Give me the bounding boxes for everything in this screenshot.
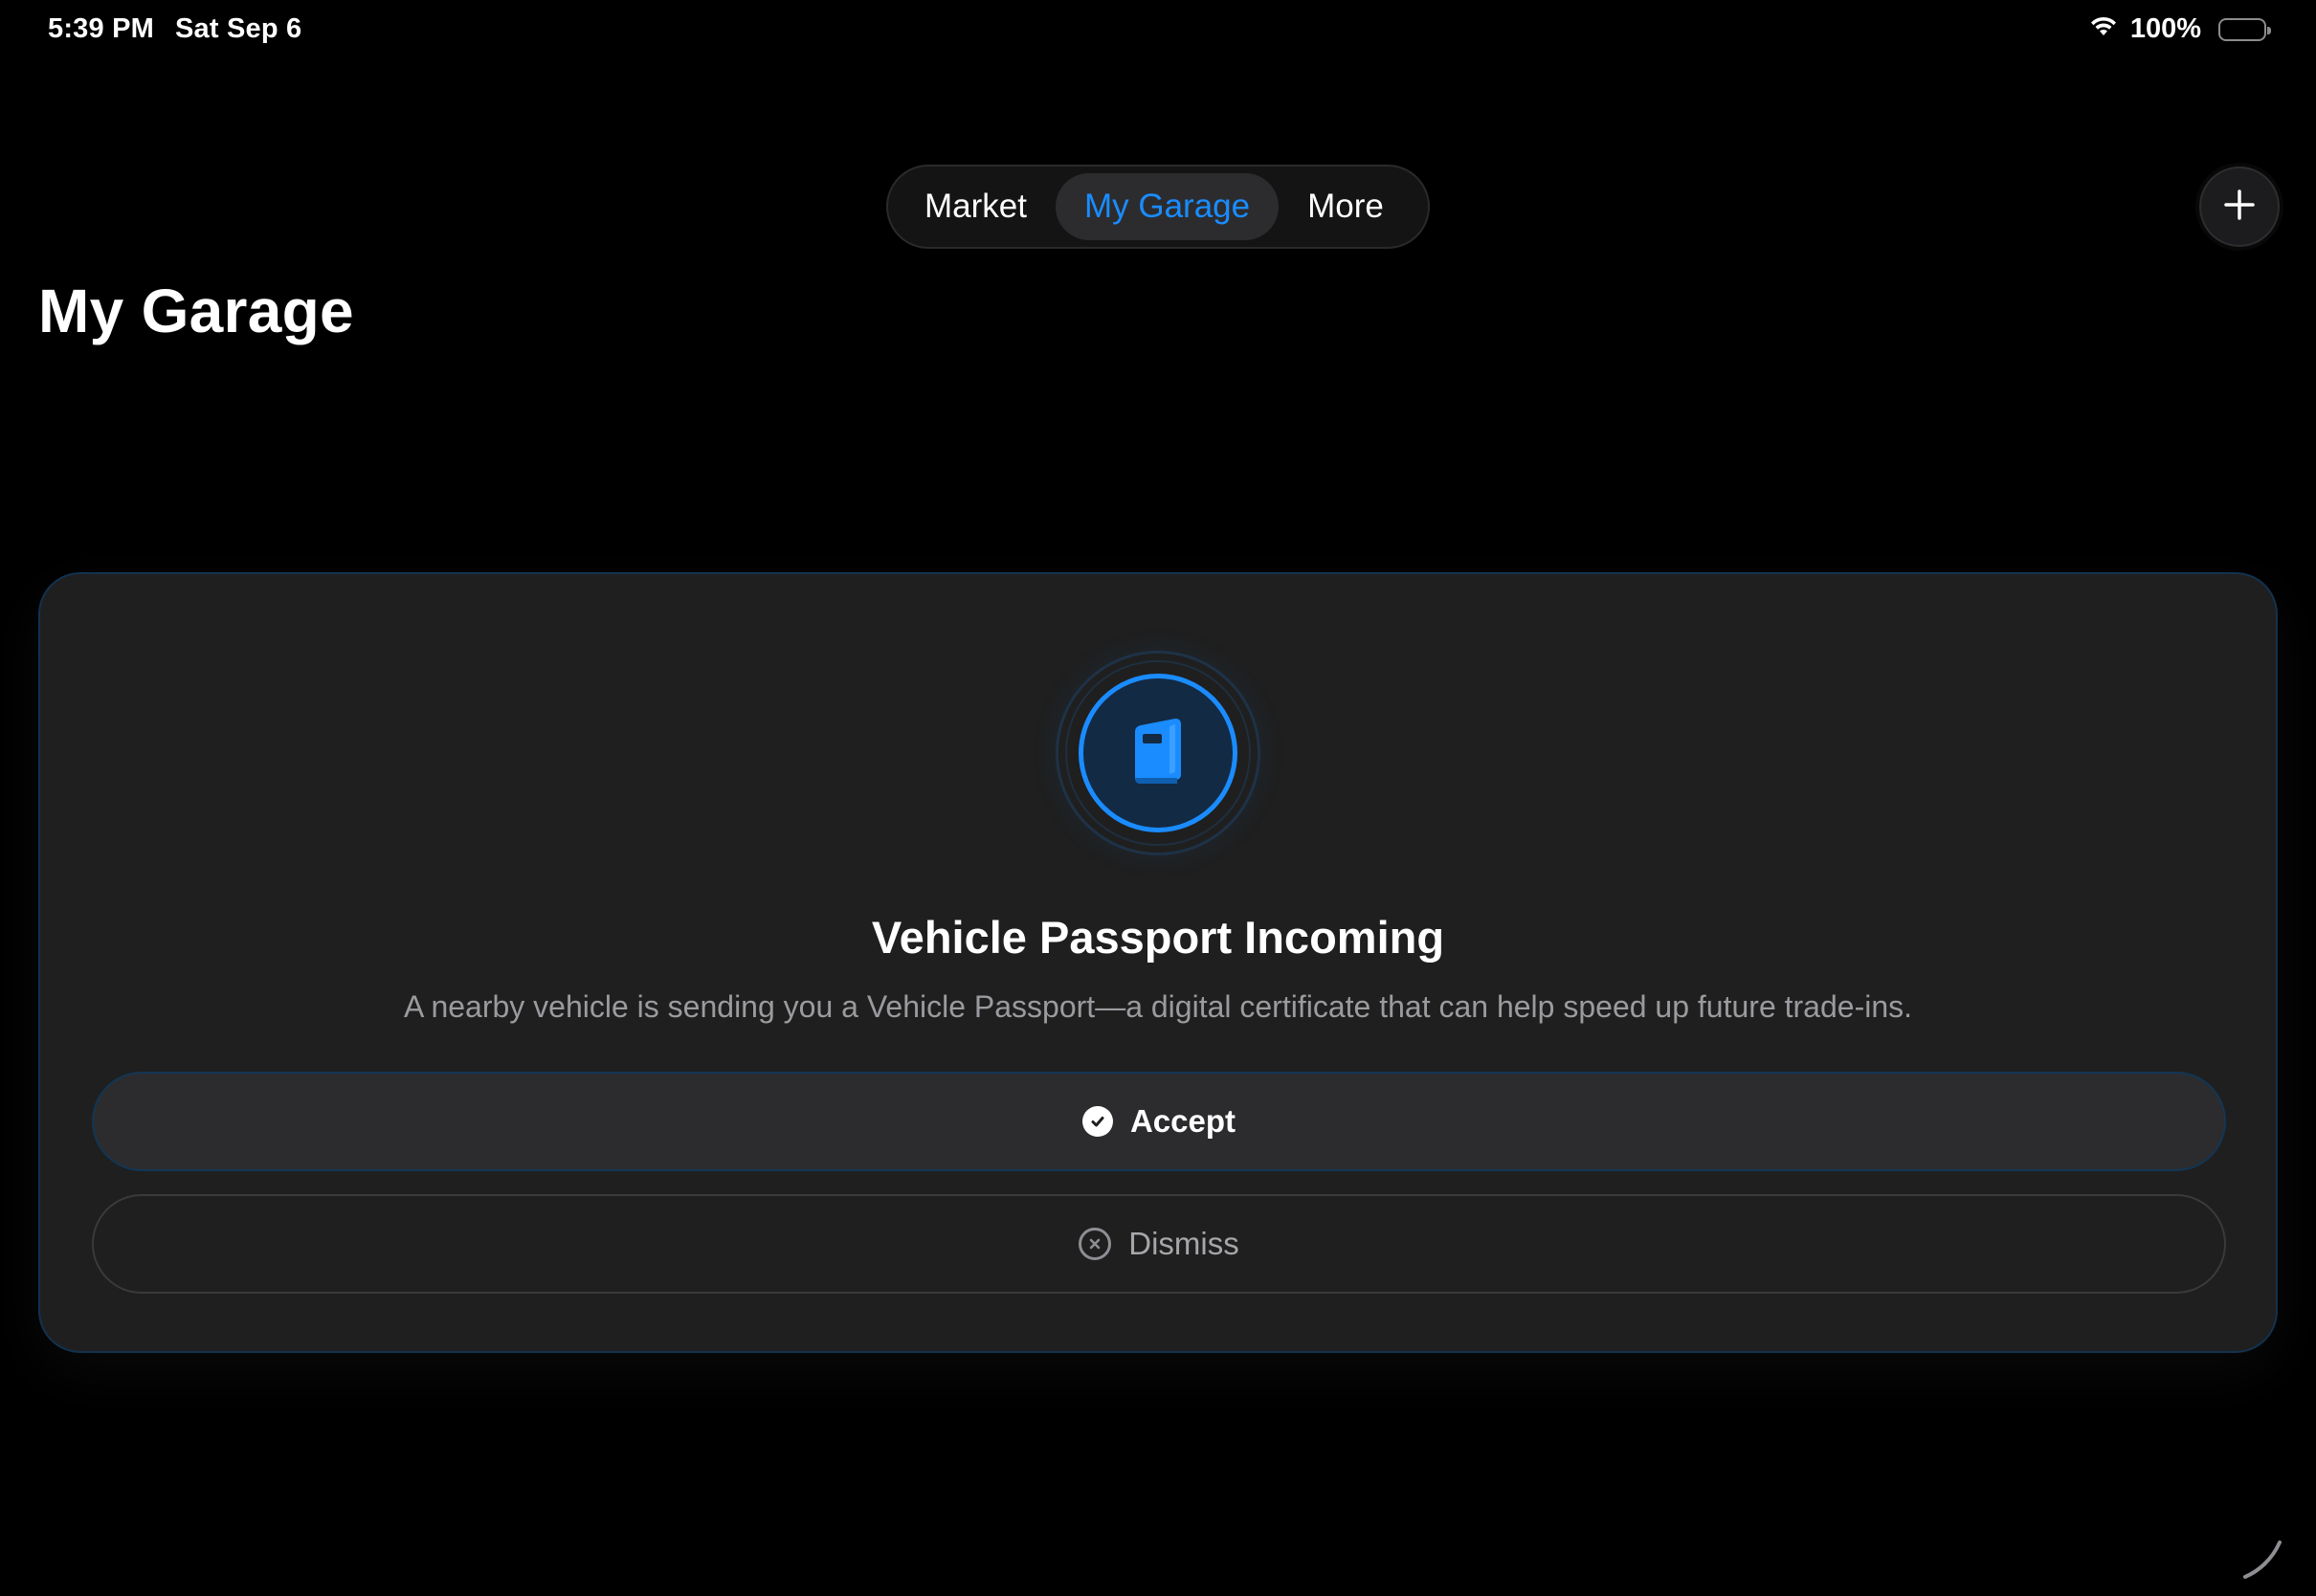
page-title: My Garage [38,277,354,345]
accept-label: Accept [1129,1103,1236,1139]
add-button[interactable] [2199,166,2280,247]
tab-my-garage[interactable]: My Garage [1055,173,1280,240]
status-time: 5:39 PM [48,13,154,44]
accept-button[interactable]: Accept [92,1072,2226,1171]
badge-inner-circle [1079,674,1237,832]
wifi-icon [2088,13,2119,45]
segmented-nav: Market My Garage More [886,165,1430,249]
plus-icon [2222,188,2257,227]
dismiss-label: Dismiss [1128,1226,1239,1261]
battery-percent: 100% [2129,13,2201,44]
book-icon [1127,715,1189,792]
corner-indicator [2239,1535,2287,1583]
status-left: 5:39 PM Sat Sep 6 [48,13,301,45]
card-title: Vehicle Passport Incoming [871,912,1445,963]
status-bar: 5:39 PM Sat Sep 6 100% [0,0,2316,61]
tab-market[interactable]: Market [896,173,1056,240]
x-circle-icon [1079,1228,1112,1260]
battery-icon [2218,17,2271,41]
status-date: Sat Sep 6 [175,13,302,44]
checkmark-circle-icon [1081,1106,1113,1137]
screen: 5:39 PM Sat Sep 6 100% Market My Garage … [0,0,2316,1596]
card-description: A nearby vehicle is sending you a Vehicl… [403,989,1913,1024]
status-right: 100% [2088,13,2271,45]
vehicle-passport-card: Vehicle Passport Incoming A nearby vehic… [38,572,2278,1353]
passport-icon-badge [1056,651,1260,855]
tab-more[interactable]: More [1279,173,1413,240]
dismiss-button[interactable]: Dismiss [92,1194,2226,1294]
